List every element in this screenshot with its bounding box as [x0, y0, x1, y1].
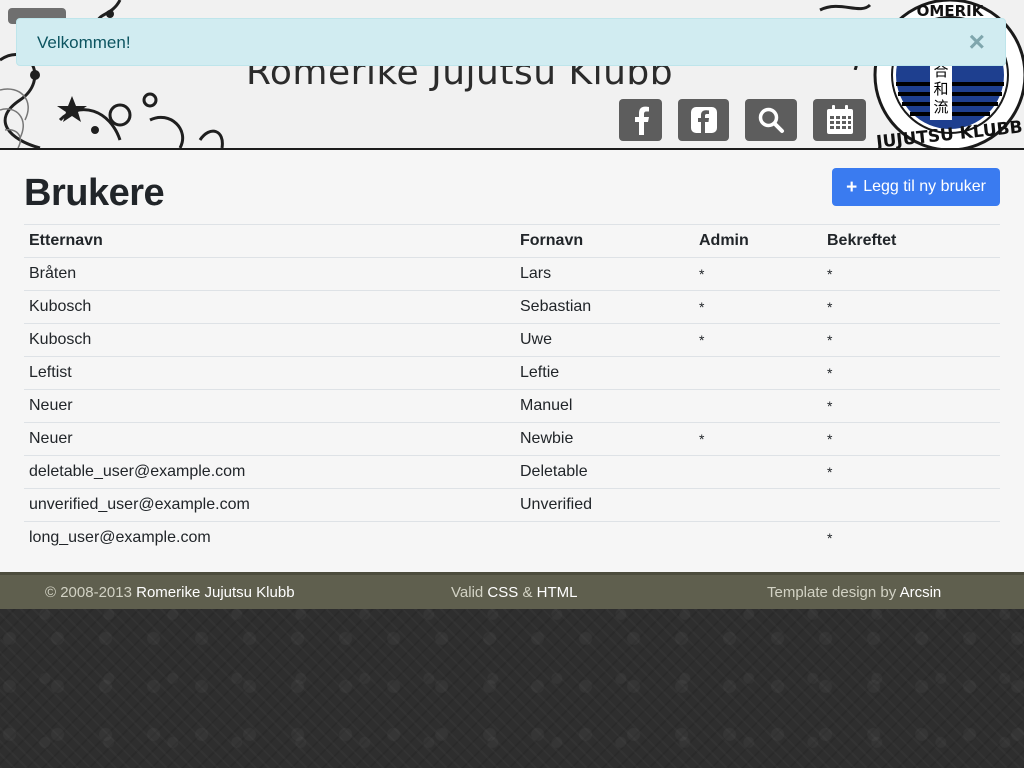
table-row[interactable]: deletable_user@example.com Deletable *: [24, 455, 1000, 489]
cell-first-name: Uwe: [515, 323, 694, 357]
table-row[interactable]: Neuer Manuel *: [24, 389, 1000, 423]
cell-confirmed: *: [822, 323, 1000, 357]
table-row[interactable]: long_user@example.com *: [24, 521, 1000, 554]
cell-admin: [694, 521, 822, 554]
welcome-alert: Velkommen! ×: [16, 18, 1006, 66]
cell-last-name[interactable]: Leftist: [24, 356, 515, 390]
cell-last-name[interactable]: Bråten: [24, 257, 515, 291]
cell-first-name: Deletable: [515, 455, 694, 489]
cell-first-name: Sebastian: [515, 290, 694, 324]
table-row[interactable]: unverified_user@example.com Unverified: [24, 488, 1000, 522]
table-row[interactable]: Kubosch Sebastian * *: [24, 290, 1000, 324]
search-button[interactable]: [745, 99, 797, 141]
copyright-text: © 2008-2013: [45, 584, 132, 601]
close-icon[interactable]: ×: [969, 28, 985, 56]
facebook-icon: [634, 106, 649, 135]
plus-icon: +: [846, 176, 858, 198]
cell-admin: [694, 389, 822, 423]
cell-admin: [694, 356, 822, 390]
table-row[interactable]: Kubosch Uwe * *: [24, 323, 1000, 357]
cell-last-name[interactable]: Neuer: [24, 422, 515, 456]
cell-last-name[interactable]: Kubosch: [24, 323, 515, 357]
cell-confirmed: *: [822, 521, 1000, 554]
calendar-button[interactable]: [813, 99, 866, 141]
footer-validation: Valid CSS & HTML: [451, 584, 577, 601]
html-validator-link[interactable]: HTML: [537, 584, 578, 601]
cell-first-name: Newbie: [515, 422, 694, 456]
cell-last-name[interactable]: deletable_user@example.com: [24, 455, 515, 489]
alert-message: Velkommen!: [37, 33, 131, 52]
cell-last-name[interactable]: long_user@example.com: [24, 521, 515, 554]
cell-confirmed: *: [822, 257, 1000, 291]
cell-admin: [694, 455, 822, 489]
valid-text: Valid: [451, 584, 484, 601]
svg-text:流: 流: [933, 98, 948, 116]
column-header-fornavn[interactable]: Fornavn: [515, 224, 694, 258]
column-header-bekreftet[interactable]: Bekreftet: [822, 224, 1000, 258]
cell-last-name[interactable]: unverified_user@example.com: [24, 488, 515, 522]
cell-confirmed: [822, 488, 1000, 522]
column-header-admin[interactable]: Admin: [694, 224, 822, 258]
cell-first-name: [515, 521, 694, 554]
facebook-page-button[interactable]: [678, 99, 729, 141]
facebook-square-icon: [690, 107, 717, 133]
cell-first-name: Leftie: [515, 356, 694, 390]
main-content: Brukere + Legg til ny bruker Etternavn F…: [0, 150, 1024, 572]
cell-last-name[interactable]: Neuer: [24, 389, 515, 423]
table-row[interactable]: Neuer Newbie * *: [24, 422, 1000, 456]
cell-admin: *: [694, 323, 822, 357]
cell-confirmed: *: [822, 422, 1000, 456]
cell-admin: *: [694, 257, 822, 291]
cell-last-name[interactable]: Kubosch: [24, 290, 515, 324]
table-row[interactable]: Leftist Leftie *: [24, 356, 1000, 390]
ampersand-text: &: [522, 584, 533, 601]
cell-first-name: Unverified: [515, 488, 694, 522]
calendar-icon: [826, 105, 853, 134]
design-credit-text: Template design by: [767, 584, 897, 601]
designer-link[interactable]: Arcsin: [900, 584, 942, 601]
css-validator-link[interactable]: CSS: [487, 584, 518, 601]
cell-confirmed: *: [822, 356, 1000, 390]
table-row[interactable]: Bråten Lars * *: [24, 257, 1000, 291]
table-header-row: Etternavn Fornavn Admin Bekreftet: [24, 224, 1000, 258]
users-table: Etternavn Fornavn Admin Bekreftet Bråten…: [24, 224, 1000, 554]
footer-copyright: © 2008-2013 Romerike Jujutsu Klubb: [45, 584, 295, 601]
cell-first-name: Lars: [515, 257, 694, 291]
cell-confirmed: *: [822, 290, 1000, 324]
footer-credits: Template design by Arcsin: [767, 584, 941, 601]
column-header-etternavn[interactable]: Etternavn: [24, 224, 515, 258]
club-name-link[interactable]: Romerike Jujutsu Klubb: [136, 584, 294, 601]
cell-confirmed: *: [822, 389, 1000, 423]
search-icon: [758, 107, 784, 133]
cell-admin: *: [694, 422, 822, 456]
cell-confirmed: *: [822, 455, 1000, 489]
cell-admin: *: [694, 290, 822, 324]
cell-first-name: Manuel: [515, 389, 694, 423]
cell-admin: [694, 488, 822, 522]
page-title: Brukere: [24, 172, 165, 214]
add-user-button[interactable]: + Legg til ny bruker: [832, 168, 1000, 206]
facebook-button[interactable]: [619, 99, 662, 141]
add-user-label: Legg til ny bruker: [863, 178, 986, 195]
svg-text:和: 和: [933, 80, 948, 98]
site-footer: © 2008-2013 Romerike Jujutsu Klubb Valid…: [0, 572, 1024, 609]
